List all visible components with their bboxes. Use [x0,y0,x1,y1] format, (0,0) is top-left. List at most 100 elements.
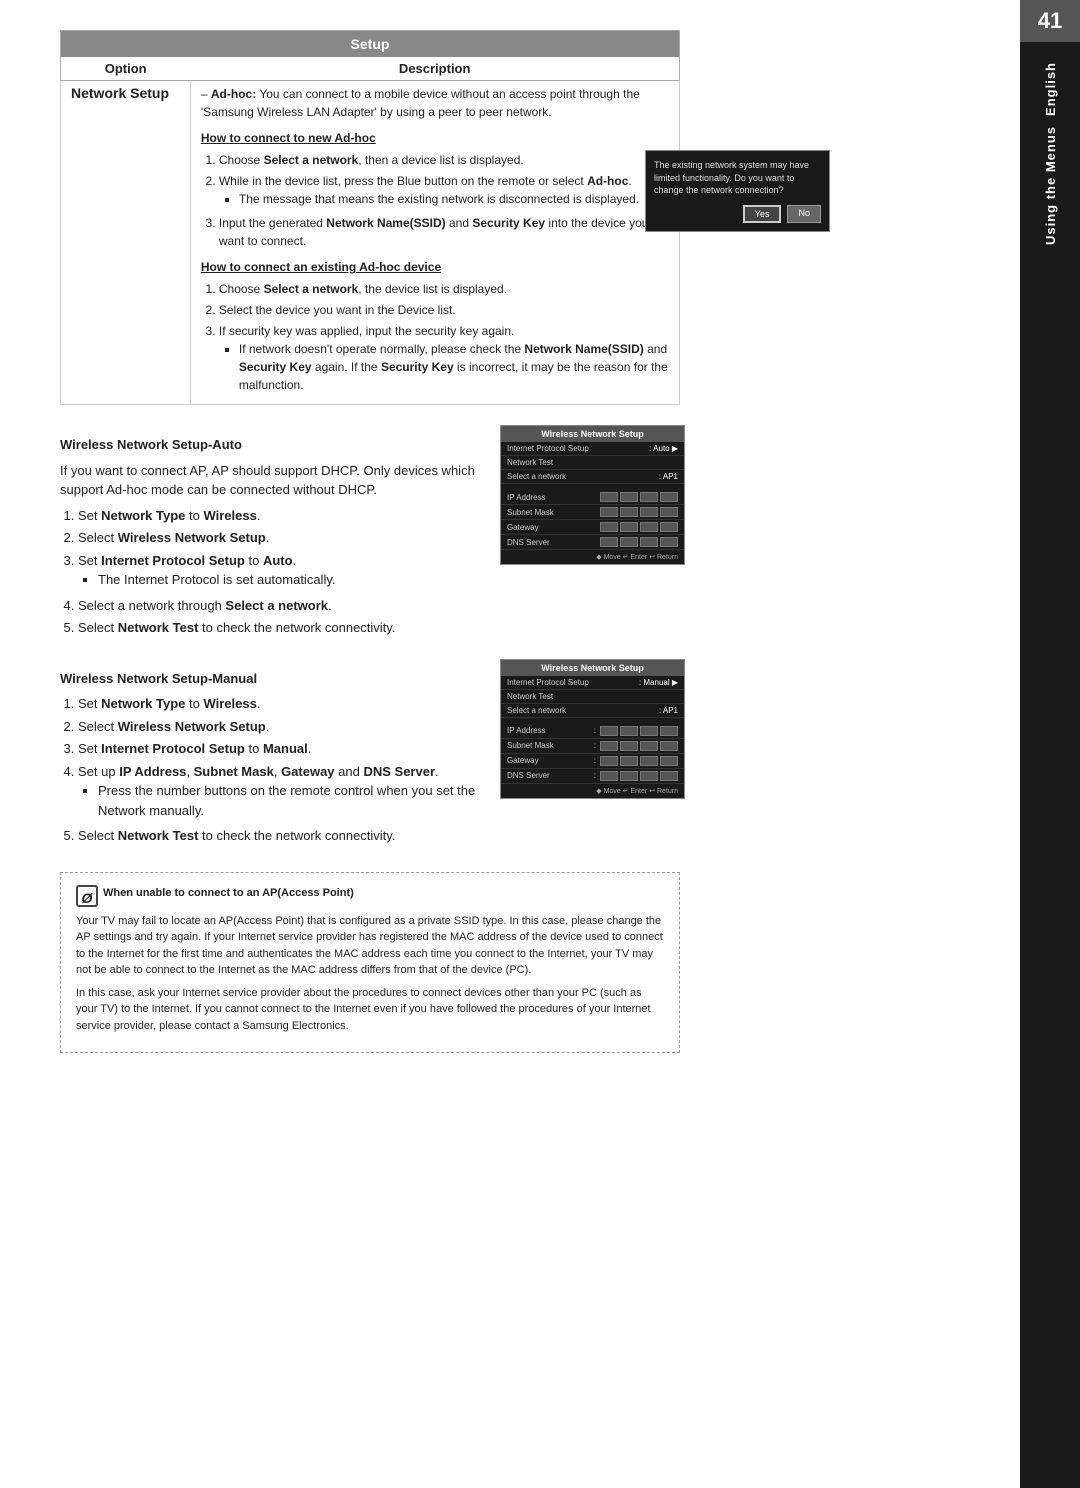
option-cell: Network Setup [61,81,191,405]
wm-step-4-bullet: Press the number buttons on the remote c… [98,781,480,820]
adhoc-intro: – Ad-hoc: You can connect to a mobile de… [201,85,669,121]
ip-colon: : [594,741,596,751]
note-title: When unable to connect to an AP(Access P… [103,885,354,903]
wm-step-5: Select Network Test to check the network… [78,826,480,846]
ip-block [640,522,658,532]
ws-auto-ip-label-1: IP Address [507,493,600,502]
ws-manual-ip-blocks-2: : [594,741,678,751]
ip-block [620,726,638,736]
ws-manual-row-2: Network Test [501,690,684,704]
ws-manual-ip-row-1: IP Address : [501,724,684,739]
ip-block [660,771,678,781]
ws-auto-ip-label-2: Subnet Mask [507,508,600,517]
ip-block [620,492,638,502]
col-description-header: Description [190,57,679,81]
ip-block [620,741,638,751]
ip-block [620,756,638,766]
ws-manual-ip-row-2: Subnet Mask : [501,739,684,754]
ip-block [640,537,658,547]
bullet-manual: Press the number buttons on the remote c… [98,781,480,820]
ws-manual-ip-row-3: Gateway : [501,754,684,769]
ws-manual-label-3: Select a network [507,706,593,715]
wireless-auto-title: Wireless Network Setup-Auto [60,435,480,455]
ws-manual-ip-blocks-1: : [594,726,678,736]
wireless-auto-title-text: Wireless Network Setup-Auto [60,437,242,452]
ws-auto-ip-row-4: DNS Server [501,535,684,550]
ip-block [660,492,678,502]
bullet-disconnected: The message that means the existing netw… [239,190,669,208]
ws-manual-box: Wireless Network Setup Internet Protocol… [500,659,685,799]
ip-block [660,756,678,766]
wireless-manual-section: Wireless Network Setup-Manual Set Networ… [60,659,980,852]
wireless-manual-screenshot: Wireless Network Setup Internet Protocol… [500,659,685,852]
page-number: 41 [1020,0,1080,42]
ws-auto-ip-row-1: IP Address [501,490,684,505]
wireless-manual-title: Wireless Network Setup-Manual [60,669,480,689]
ip-block [640,756,658,766]
wireless-auto-screenshot: Wireless Network Setup Internet Protocol… [500,425,685,644]
main-content: Setup Option Description Network Setup –… [0,0,1020,1488]
wireless-manual-content: Wireless Network Setup-Manual Set Networ… [60,659,480,852]
ip-block [620,522,638,532]
right-sidebar: 41 English Using the Menus [1020,0,1080,1488]
existing-step-3-bullet: If network doesn't operate normally, ple… [239,340,669,394]
how-new-adhoc-steps: Choose Select a network, then a device l… [219,151,669,250]
ws-auto-row-1: Internet Protocol Setup : Auto ▶ [501,442,684,456]
ip-colon: : [594,726,596,736]
ws-auto-ip-label-3: Gateway [507,523,600,532]
ws-auto-ip-blocks-3 [600,522,678,532]
ip-block [640,492,658,502]
ws-manual-row-3: Select a network : AP1 [501,704,684,718]
ip-block [640,741,658,751]
wa-step-5: Select Network Test to check the network… [78,618,480,638]
ip-block [600,771,618,781]
ip-block [660,726,678,736]
page-container: Setup Option Description Network Setup –… [0,0,1080,1488]
how-existing-adhoc-title: How to connect an existing Ad-hoc device [201,258,669,276]
step-2-bullet: The message that means the existing netw… [239,190,669,208]
network-setup-row: Network Setup – Ad-hoc: You can connect … [61,81,680,405]
wa-step-4: Select a network through Select a networ… [78,596,480,616]
setup-table: Setup Option Description Network Setup –… [60,30,680,405]
ws-manual-ip-label-2: Subnet Mask [507,741,594,750]
ip-block [600,741,618,751]
note-icon: Ø [76,885,98,907]
no-button[interactable]: No [787,205,821,223]
ws-auto-ip-label-4: DNS Server [507,538,600,547]
note-paragraph-2: In this case, ask your Internet service … [76,985,664,1035]
ip-block [620,537,638,547]
ip-block [660,522,678,532]
existing-step-2: Select the device you want in the Device… [219,301,669,319]
ip-block [600,492,618,502]
ws-manual-ip-row-4: DNS Server : [501,769,684,784]
wireless-auto-intro: If you want to connect AP, AP should sup… [60,461,480,500]
existing-step-1: Choose Select a network, the device list… [219,280,669,298]
sidebar-english: English [1043,62,1058,116]
ws-manual-label-1: Internet Protocol Setup [507,678,593,687]
ws-auto-ip-row-2: Subnet Mask [501,505,684,520]
ws-auto-header: Wireless Network Setup [501,426,684,442]
dialog-screenshot-area: The existing network system may have lim… [645,150,830,240]
dialog-box: The existing network system may have lim… [645,150,830,232]
wm-step-1: Set Network Type to Wireless. [78,694,480,714]
ip-block [640,507,658,517]
yes-button[interactable]: Yes [743,205,782,223]
ws-manual-ip-blocks-4: : [594,771,678,781]
ip-block [640,726,658,736]
existing-step-3: If security key was applied, input the s… [219,322,669,394]
ws-auto-ip-blocks-4 [600,537,678,547]
wa-step-3-bullet: The Internet Protocol is set automatical… [98,570,480,590]
ip-colon: : [594,771,596,781]
network-setup-label: Network Setup [71,85,169,101]
wireless-auto-section: Wireless Network Setup-Auto If you want … [60,425,980,644]
note-paragraph-1: Your TV may fail to locate an AP(Access … [76,913,664,979]
ws-auto-box: Wireless Network Setup Internet Protocol… [500,425,685,565]
ws-auto-value-3: : AP1 [593,472,679,481]
ip-block [660,741,678,751]
wireless-auto-steps: Set Network Type to Wireless. Select Wir… [78,506,480,638]
step-1: Choose Select a network, then a device l… [219,151,669,169]
table-title: Setup [61,31,680,58]
table-header-row: Setup [61,31,680,58]
ws-manual-row-1: Internet Protocol Setup : Manual ▶ [501,676,684,690]
bullet-auto-ip: The Internet Protocol is set automatical… [98,570,480,590]
